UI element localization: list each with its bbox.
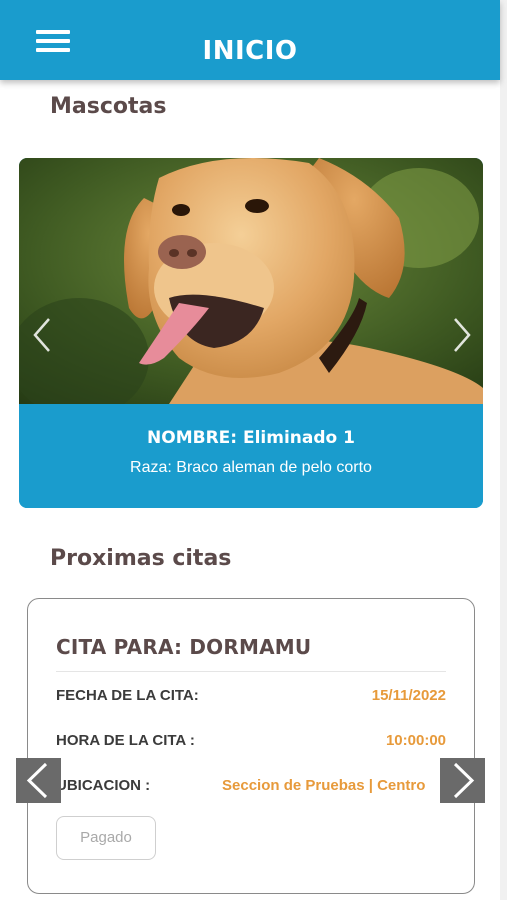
location-label: UBICACION :: [56, 777, 151, 794]
pet-name: NOMBRE: Eliminado 1: [147, 428, 355, 448]
chevron-left-icon: [26, 762, 48, 799]
time-value: 10:00:00: [385, 732, 446, 749]
appointment-title: CITA PARA: DORMAMU: [56, 635, 312, 659]
payment-status-button[interactable]: Pagado: [56, 816, 156, 860]
chevron-left-icon[interactable]: [29, 313, 57, 357]
date-value: 15/11/2022: [371, 687, 446, 704]
time-label: HORA DE LA CITA :: [56, 732, 195, 749]
pet-carousel[interactable]: NOMBRE: Eliminado 1 Raza: Braco aleman d…: [19, 158, 483, 508]
chevron-right-icon[interactable]: [447, 313, 475, 357]
pet-photo: [19, 158, 483, 404]
app-bar: INICIO: [0, 0, 500, 80]
page-title: INICIO: [202, 36, 298, 66]
date-label: FECHA DE LA CITA:: [56, 687, 199, 704]
page-edge: [500, 0, 507, 900]
location-value: Seccion de Pruebas | Centro: [222, 777, 426, 794]
appointment-card: CITA PARA: DORMAMU FECHA DE LA CITA: 15/…: [27, 598, 475, 894]
pet-info: NOMBRE: Eliminado 1 Raza: Braco aleman d…: [19, 404, 483, 508]
chevron-right-icon: [453, 762, 475, 799]
next-appointment-button[interactable]: [440, 758, 485, 803]
appointments-section-title: Proximas citas: [50, 546, 232, 571]
previous-appointment-button[interactable]: [16, 758, 61, 803]
divider: [56, 671, 446, 672]
pets-section-title: Mascotas: [50, 94, 167, 119]
pet-breed: Raza: Braco aleman de pelo corto: [130, 459, 372, 476]
